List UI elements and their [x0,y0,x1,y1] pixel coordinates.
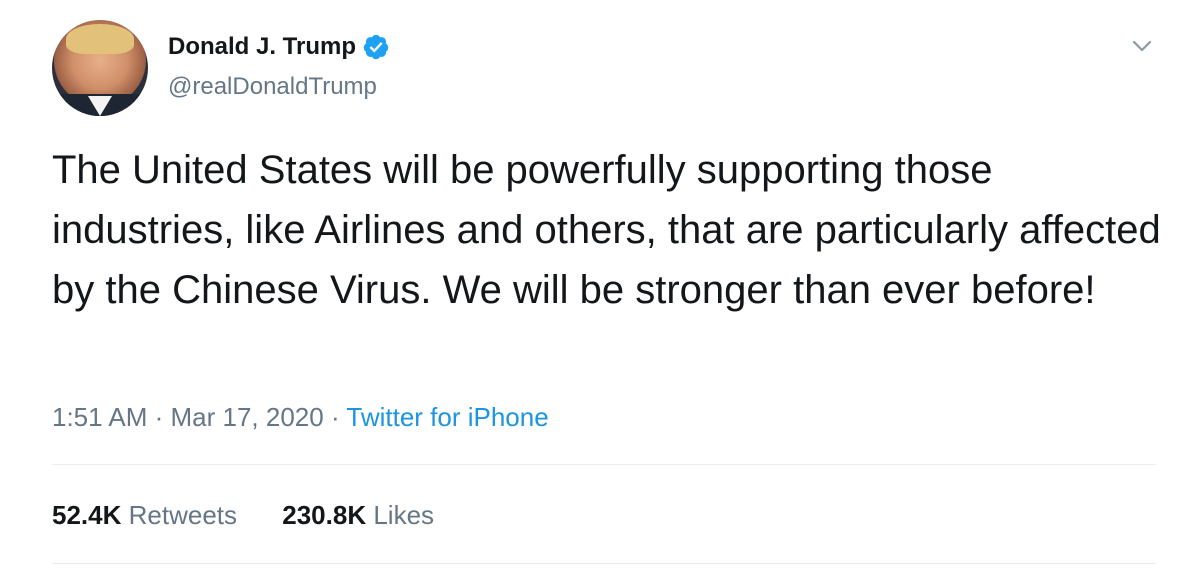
author-handle[interactable]: @realDonaldTrump [168,72,377,102]
verified-badge-icon [362,33,390,61]
tweet-time[interactable]: 1:51 AM [52,402,147,432]
tweet-date[interactable]: Mar 17, 2020 [171,402,324,432]
meta-separator: · [147,402,171,432]
avatar-hair [66,24,134,54]
divider [52,563,1156,564]
tweet-meta: 1:51 AM · Mar 17, 2020 · Twitter for iPh… [52,400,549,434]
author-name-row[interactable]: Donald J. Trump [168,32,390,62]
retweets-stat[interactable]: 52.4K Retweets [52,498,237,532]
likes-count: 230.8K [282,500,367,530]
author-display-name[interactable]: Donald J. Trump [168,32,356,62]
tweet-stats: 52.4K Retweets 230.8K Likes [52,498,472,532]
likes-stat[interactable]: 230.8K Likes [282,498,434,532]
meta-separator: · [323,402,347,432]
likes-label: Likes [373,500,435,530]
divider [52,464,1156,465]
retweets-label: Retweets [128,500,238,530]
tweet-card: Donald J. Trump @realDonaldTrump The Uni… [0,0,1200,579]
retweets-count: 52.4K [52,500,122,530]
avatar[interactable] [52,20,148,116]
tweet-text: The United States will be powerfully sup… [52,148,1161,312]
tweet-source-link[interactable]: Twitter for iPhone [346,402,548,432]
chevron-down-icon[interactable] [1128,36,1156,56]
